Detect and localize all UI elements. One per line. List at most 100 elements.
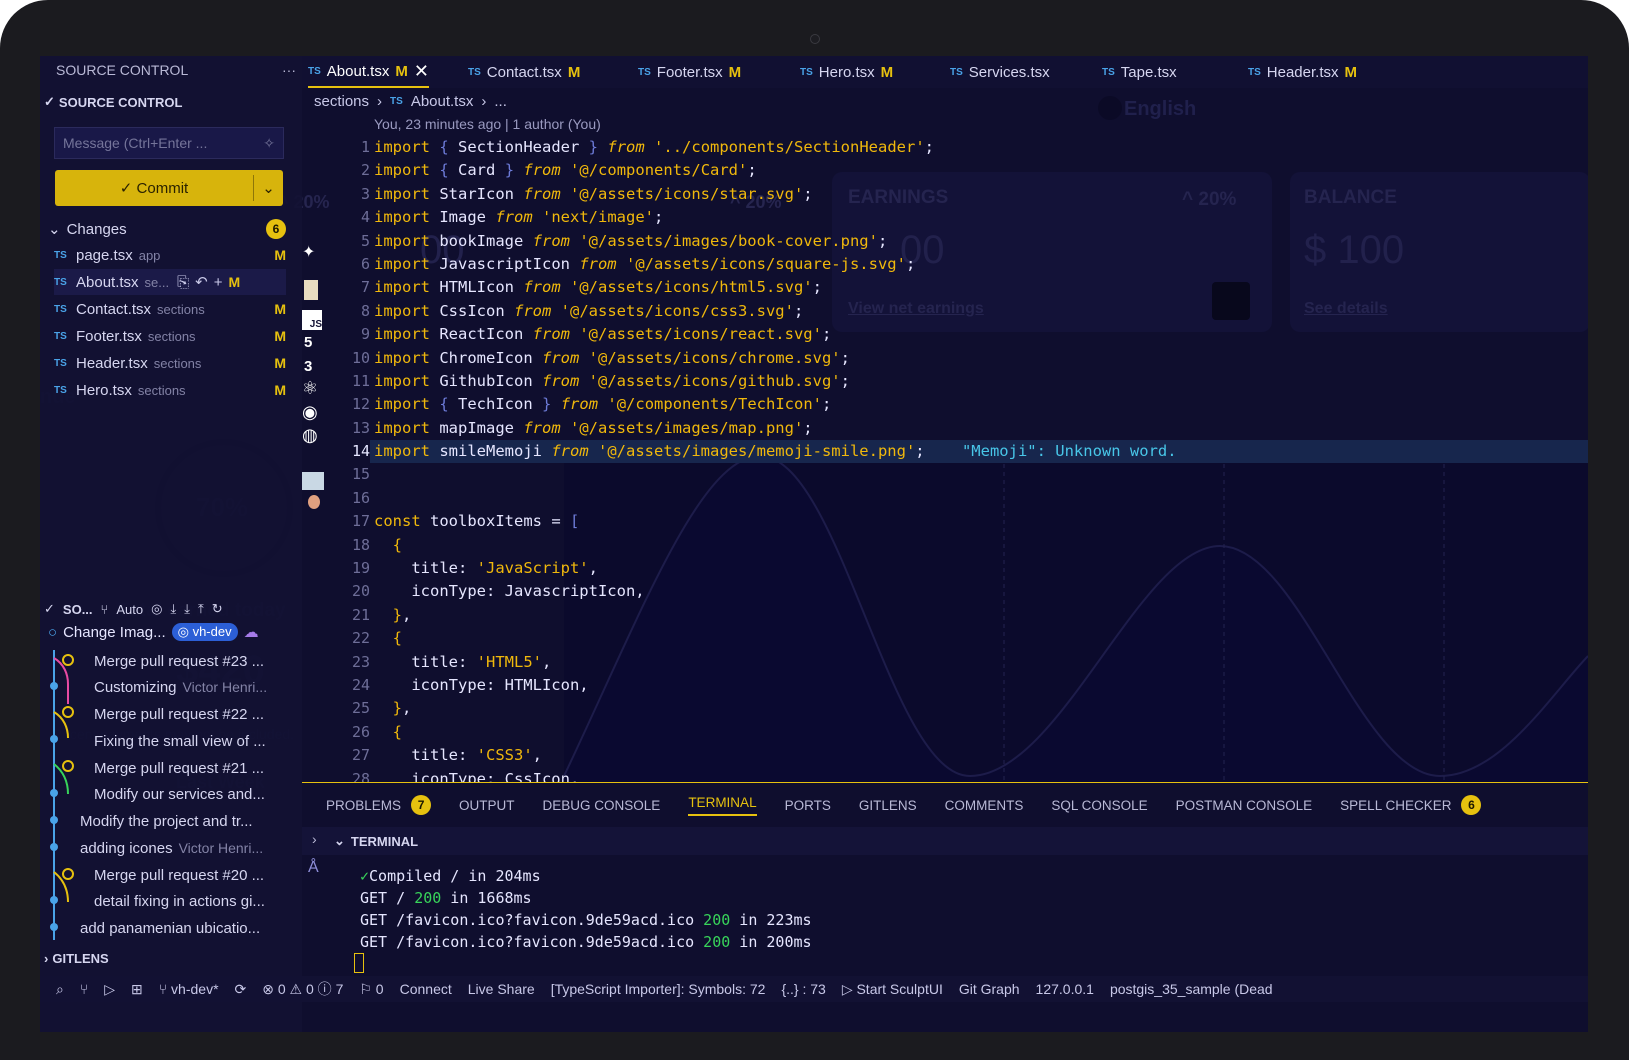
tab-contact[interactable]: TS Contact.tsx M (468, 56, 580, 88)
commit-row[interactable]: Modify our services and... (40, 781, 302, 807)
code-line[interactable]: import { TechIcon } from '@/components/T… (374, 393, 1588, 416)
changed-file-row[interactable]: TS Contact.tsx sections M (54, 296, 286, 322)
code-line[interactable]: import StarIcon from '@/assets/icons/sta… (374, 183, 1588, 206)
breadcrumb-folder[interactable]: sections (314, 93, 369, 110)
code-line[interactable]: import bookImage from '@/assets/images/b… (374, 230, 1588, 253)
code-line[interactable]: import CssIcon from '@/assets/icons/css3… (374, 300, 1588, 323)
tab-services[interactable]: TS Services.tsx (950, 56, 1050, 88)
code-line[interactable]: import GithubIcon from '@/assets/icons/g… (374, 370, 1588, 393)
tab-header[interactable]: TS Header.tsx M (1248, 56, 1357, 88)
commit-row[interactable]: Fixing the small view of ... (40, 728, 302, 754)
status-item[interactable]: ▷ (104, 981, 115, 998)
push-icon[interactable]: ⤒ (198, 601, 204, 617)
close-icon[interactable]: ✕ (414, 61, 429, 82)
code-line[interactable]: title: 'CSS3', (374, 744, 1588, 767)
code-line[interactable]: import ChromeIcon from '@/assets/icons/c… (374, 347, 1588, 370)
tab-hero[interactable]: TS Hero.tsx M (800, 56, 893, 88)
status-item[interactable]: Live Share (468, 981, 535, 997)
panel-tab-problems[interactable]: PROBLEMS (326, 798, 401, 813)
target-icon[interactable]: ◎ (151, 601, 162, 617)
commit-row[interactable]: Merge pull request #23 ... (40, 648, 302, 674)
tab-about[interactable]: TS About.tsx M ✕ (308, 56, 429, 88)
status-item[interactable]: ⌕ (56, 981, 64, 998)
commit-message-input[interactable]: Message (Ctrl+Enter ... ✧ (54, 127, 284, 159)
code-line[interactable]: title: 'HTML5', (374, 651, 1588, 674)
status-item[interactable]: postgis_35_sample (Dead (1110, 981, 1273, 997)
code-line[interactable]: iconType: JavascriptIcon, (374, 580, 1588, 603)
panel-tab-sql-console[interactable]: SQL CONSOLE (1051, 798, 1147, 813)
status-item[interactable]: ⊗ 0 ⚠ 0 ⓘ 7 (262, 979, 343, 999)
commit-row[interactable]: add panamenian ubicatio... (40, 915, 302, 941)
changed-file-row[interactable]: TS About.tsx se... ⎘ ↶ + M (54, 269, 286, 295)
more-actions-icon[interactable]: ··· (282, 62, 296, 82)
code-line[interactable]: import JavascriptIcon from '@/assets/ico… (374, 253, 1588, 276)
terminal-header[interactable]: ⌄ TERMINAL (302, 827, 1588, 855)
terminal-output[interactable]: ✓Compiled / in 204ms GET / 200 in 1668ms G… (360, 865, 812, 953)
changed-file-row[interactable]: TS Footer.tsx sections M (54, 323, 286, 349)
commit-row[interactable]: Merge pull request #21 ... (40, 755, 302, 781)
code-line[interactable]: iconType: HTMLIcon, (374, 674, 1588, 697)
chevron-right-icon[interactable]: › (312, 831, 317, 847)
terminal-profile-icon[interactable]: Å (308, 859, 319, 877)
code-line[interactable] (374, 487, 1588, 510)
status-item[interactable]: ⑂ vh-dev* (159, 981, 219, 997)
status-item[interactable]: {..} : 73 (781, 981, 825, 997)
code-line[interactable]: { (374, 721, 1588, 744)
status-item[interactable]: ⟳ (235, 981, 247, 998)
fetch-icon[interactable]: ⤓ (170, 601, 176, 617)
changed-file-row[interactable]: TS page.tsx app M (54, 242, 286, 268)
panel-tab-terminal[interactable]: TERMINAL (688, 795, 757, 816)
code-line[interactable]: import HTMLIcon from '@/assets/icons/htm… (374, 276, 1588, 299)
code-line[interactable]: import { Card } from '@/components/Card'… (374, 159, 1588, 182)
current-change-row[interactable]: ○ Change Imag... ◎ vh-dev ☁ (48, 620, 298, 644)
status-item[interactable]: ⊞ (131, 981, 143, 998)
open-file-icon[interactable]: ⎘ (177, 274, 195, 291)
breadcrumb-file[interactable]: About.tsx (411, 93, 474, 110)
code-line[interactable]: import ReactIcon from '@/assets/icons/re… (374, 323, 1588, 346)
code-line[interactable] (374, 463, 1588, 486)
code-line[interactable]: import Image from 'next/image'; (374, 206, 1588, 229)
code-line[interactable]: title: 'JavaScript', (374, 557, 1588, 580)
code-editor[interactable]: You, 23 minutes ago | 1 author (You) 123… (302, 114, 1588, 788)
code-lines[interactable]: import { SectionHeader } from '../compon… (370, 136, 1588, 791)
status-item[interactable]: ⚐ 0 (359, 981, 383, 998)
code-line[interactable]: import mapImage from '@/assets/images/ma… (374, 417, 1588, 440)
commit-row[interactable]: Merge pull request #20 ... (40, 862, 302, 888)
commit-row[interactable]: detail fixing in actions gi... (40, 888, 302, 914)
panel-tab-spell-checker[interactable]: SPELL CHECKER (1340, 798, 1451, 813)
code-line[interactable]: import smileMemoji from '@/assets/images… (370, 440, 1588, 464)
commit-row[interactable]: Customizing Victor Henri... (40, 674, 302, 700)
status-item[interactable]: [TypeScript Importer]: Symbols: 72 (551, 981, 766, 997)
tab-footer[interactable]: TS Footer.tsx M (638, 56, 741, 88)
sparkle-icon[interactable]: ✧ (263, 135, 275, 152)
tab-tape[interactable]: TS Tape.tsx (1102, 56, 1177, 88)
git-blame-annotation[interactable]: You, 23 minutes ago | 1 author (You) (374, 116, 601, 132)
code-line[interactable]: const toolboxItems = [ (374, 510, 1588, 533)
chevron-down-icon[interactable]: ⌄ (253, 175, 283, 201)
panel-tab-postman-console[interactable]: POSTMAN CONSOLE (1176, 798, 1313, 813)
stage-plus-icon[interactable]: + (214, 274, 229, 291)
code-line[interactable]: { (374, 627, 1588, 650)
panel-tab-comments[interactable]: COMMENTS (945, 798, 1024, 813)
code-line[interactable]: }, (374, 604, 1588, 627)
code-line[interactable]: }, (374, 697, 1588, 720)
status-item[interactable]: ⑂ (80, 981, 88, 997)
breadcrumb-symbol[interactable]: ... (494, 93, 507, 110)
refresh-icon[interactable]: ↻ (212, 601, 223, 617)
panel-tab-debug-console[interactable]: DEBUG CONSOLE (543, 798, 661, 813)
panel-tab-output[interactable]: OUTPUT (459, 798, 515, 813)
commit-row[interactable]: Merge pull request #22 ... (40, 701, 302, 727)
commit-row[interactable]: Modify the project and tr... (40, 808, 302, 834)
code-line[interactable]: { (374, 534, 1588, 557)
status-item[interactable]: Connect (400, 981, 452, 997)
panel-tab-gitlens[interactable]: GITLENS (859, 798, 917, 813)
commit-button[interactable]: ✓ Commit ⌄ (55, 170, 283, 206)
status-item[interactable]: 127.0.0.1 (1036, 981, 1094, 997)
section-source-control[interactable]: ✓ SOURCE CONTROL (44, 90, 182, 114)
changed-file-row[interactable]: TS Header.tsx sections M (54, 350, 286, 376)
source-control-graph-header[interactable]: ✓ SO... ⑂ Auto ◎ ⤓ ⤓ ⤒ ↻ (44, 597, 296, 621)
changed-file-row[interactable]: TS Hero.tsx sections M (54, 377, 286, 403)
status-item[interactable]: ▷ Start SculptUI (842, 981, 943, 998)
commit-row[interactable]: adding icones Victor Henri... (40, 835, 302, 861)
code-line[interactable]: import { SectionHeader } from '../compon… (374, 136, 1588, 159)
